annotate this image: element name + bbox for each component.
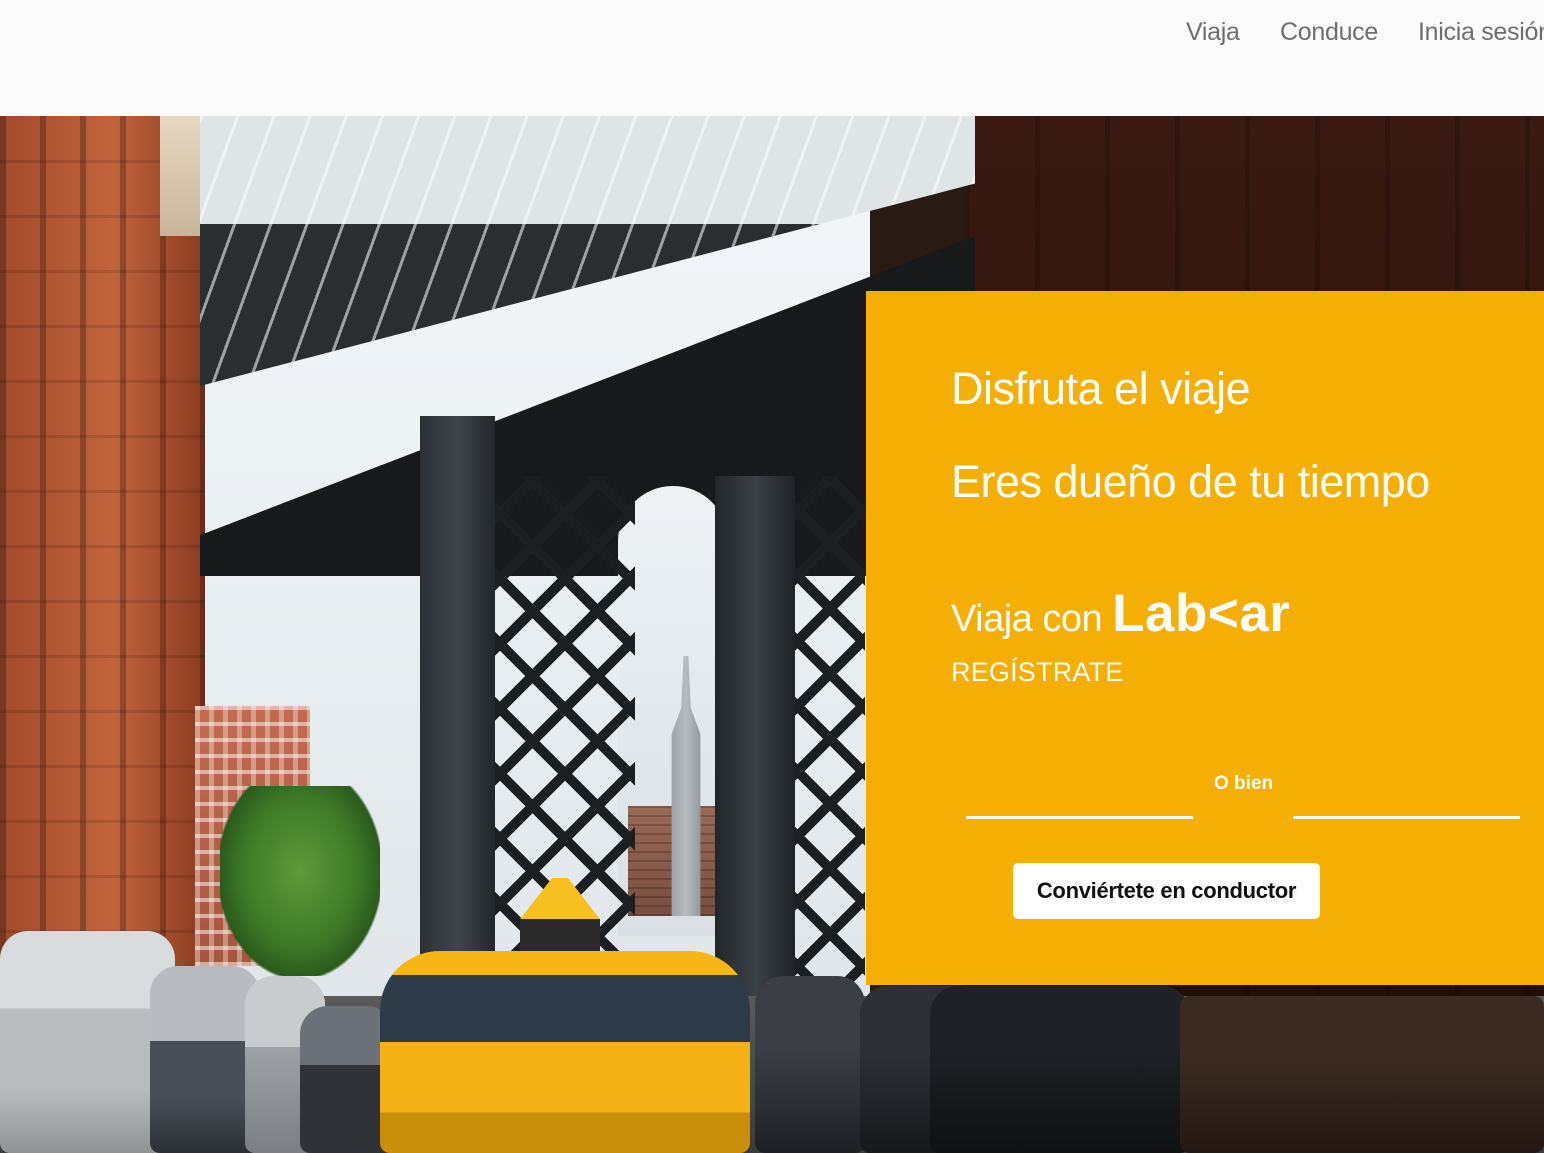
promo-card: Disfruta el viaje Eres dueño de tu tiemp… — [866, 291, 1544, 985]
become-driver-button[interactable]: Conviértete en conductor — [1013, 863, 1320, 919]
hero-bridge-lattice-right — [795, 476, 865, 1036]
nav-link-conduce[interactable]: Conduce — [1280, 18, 1378, 47]
brand-row: Viaja con Lab<ar — [951, 583, 1290, 644]
hero-bridge-tower-left — [420, 416, 495, 1036]
promo-subheadline: Eres dueño de tu tiempo — [951, 456, 1430, 507]
hero-bridge-tower-right — [715, 476, 795, 1036]
or-label: O bien — [1214, 773, 1274, 794]
nav-link-login[interactable]: Inicia sesión — [1418, 18, 1544, 47]
promo-headline: Disfruta el viaje — [951, 363, 1251, 414]
hero-yellow-taxi — [380, 951, 750, 1153]
brand-logo: Lab<ar — [1112, 584, 1291, 643]
hero-car — [1180, 996, 1544, 1153]
brand-prefix: Viaja con — [951, 598, 1103, 640]
divider-left — [966, 816, 1193, 819]
hero-car — [755, 976, 865, 1153]
nav-link-viaja[interactable]: Viaja — [1186, 18, 1240, 47]
hero-tree — [220, 786, 380, 976]
landing-page: Viaja Conduce Inicia sesión Disfruta el … — [0, 0, 1544, 1153]
top-nav: Viaja Conduce Inicia sesión — [0, 0, 1544, 116]
hero-car — [0, 931, 175, 1153]
register-link[interactable]: REGÍSTRATE — [951, 657, 1124, 688]
hero-car — [930, 986, 1190, 1153]
hero-car — [150, 966, 260, 1153]
divider-right — [1293, 816, 1520, 819]
